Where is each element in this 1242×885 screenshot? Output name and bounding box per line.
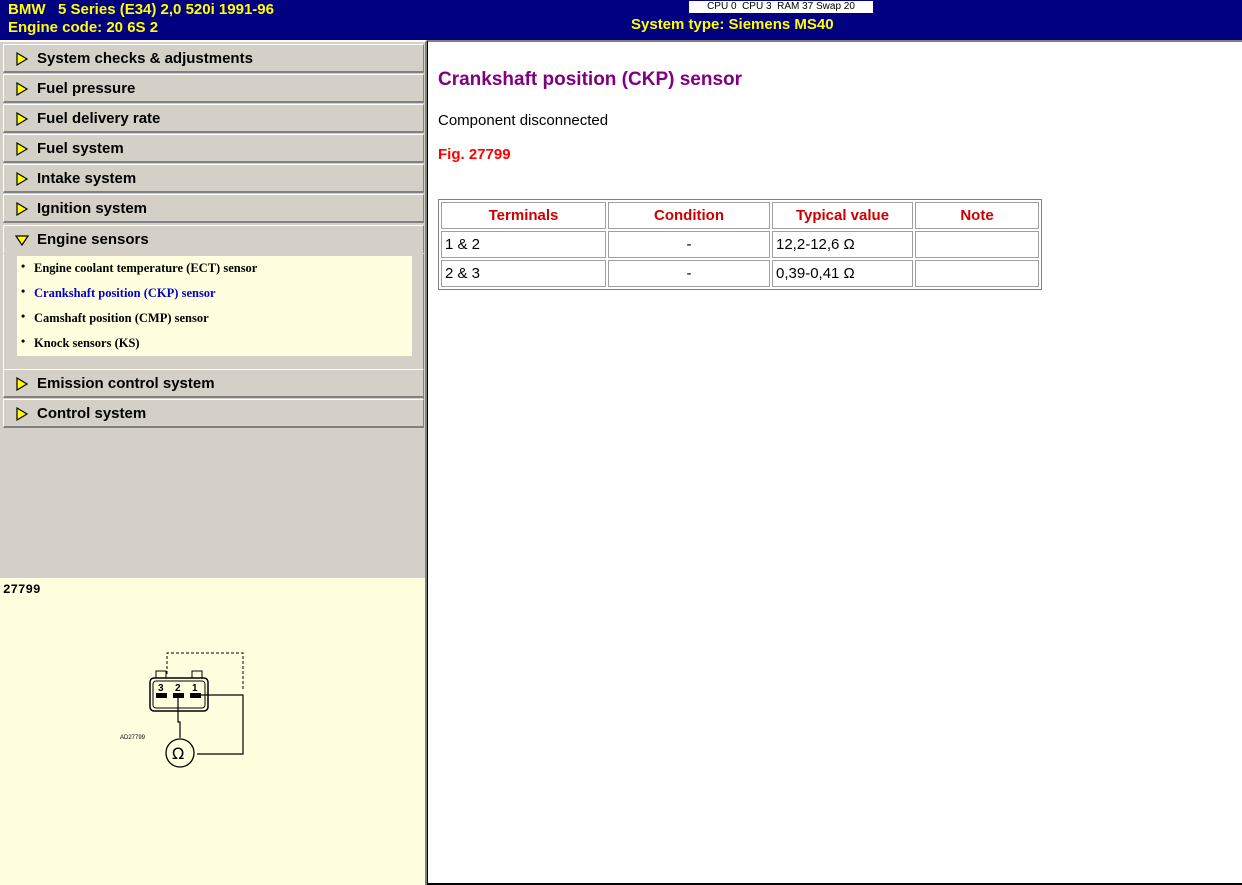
- nav-item-label: Fuel pressure: [37, 80, 136, 97]
- nav-item-engine-sensors[interactable]: Engine sensors: [3, 225, 424, 253]
- nav-item-label: Intake system: [37, 170, 137, 187]
- sub-item-label: Engine coolant temperature (ECT) sensor: [34, 261, 258, 275]
- nav-item-control-system[interactable]: Control system: [3, 399, 424, 428]
- header-terminals: Terminals: [441, 202, 606, 229]
- bullet: •: [21, 284, 26, 298]
- cell-condition: -: [608, 231, 770, 258]
- figure-number: 27799: [3, 583, 41, 597]
- arrow-down-icon: [15, 235, 29, 247]
- cell-typical-value: 12,2-12,6 Ω: [772, 231, 913, 258]
- cell-typical-value: 0,39-0,41 Ω: [772, 260, 913, 287]
- bullet: •: [21, 309, 26, 323]
- header-note: Note: [915, 202, 1039, 229]
- sub-item-label: Knock sensors (KS): [34, 336, 140, 350]
- component-status: Component disconnected: [438, 112, 609, 129]
- system-status-readout: CPU 0 CPU 3 RAM 37 Swap 20: [689, 1, 873, 13]
- engine-code: Engine code: 20 6S 2: [8, 19, 159, 36]
- submenu-list: • Engine coolant temperature (ECT) senso…: [17, 256, 412, 356]
- sub-item-label: Crankshaft position (CKP) sensor: [34, 286, 216, 300]
- nav-item-system-checks[interactable]: System checks & adjustments: [3, 44, 424, 73]
- ohm-symbol: Ω: [172, 744, 184, 763]
- bullet: •: [21, 334, 26, 348]
- nav-item-label: Control system: [37, 405, 147, 422]
- cell-note: [915, 260, 1039, 287]
- arrow-right-icon: [16, 112, 29, 126]
- arrow-right-icon: [16, 172, 29, 186]
- figure-panel: 27799 3 2 1 Ω AD27799: [0, 578, 427, 885]
- header-typical-value: Typical value: [772, 202, 913, 229]
- bullet: •: [21, 259, 26, 273]
- nav-item-ignition-system[interactable]: Ignition system: [3, 194, 424, 223]
- page-title: Crankshaft position (CKP) sensor: [438, 69, 743, 90]
- sub-item-ect-sensor[interactable]: • Engine coolant temperature (ECT) senso…: [17, 256, 412, 281]
- figure-link[interactable]: Fig. 27799: [438, 146, 511, 163]
- table-row: 2 & 3 - 0,39-0,41 Ω: [441, 260, 1039, 287]
- nav-item-fuel-system[interactable]: Fuel system: [3, 134, 424, 163]
- terminal-1-label: 1: [192, 683, 198, 694]
- arrow-right-icon: [16, 82, 29, 96]
- system-type: System type: Siemens MS40: [631, 16, 834, 33]
- nav-item-label: Ignition system: [37, 200, 148, 217]
- cell-condition: -: [608, 260, 770, 287]
- sub-item-ckp-sensor[interactable]: • Crankshaft position (CKP) sensor: [17, 281, 412, 306]
- table-header-row: Terminals Condition Typical value Note: [441, 202, 1039, 229]
- sub-item-label: Camshaft position (CMP) sensor: [34, 311, 209, 325]
- nav-item-label: Fuel delivery rate: [37, 110, 161, 127]
- title-bar: BMW 5 Series (E34) 2,0 520i 1991-96 Engi…: [0, 0, 1242, 40]
- nav-item-label: Engine sensors: [37, 231, 149, 248]
- sub-item-knock-sensors[interactable]: • Knock sensors (KS): [17, 331, 412, 356]
- nav-item-label: System checks & adjustments: [37, 50, 253, 67]
- sensor-wiring-diagram: 3 2 1 Ω AD27799: [120, 652, 244, 768]
- arrow-right-icon: [16, 377, 29, 391]
- sub-item-cmp-sensor[interactable]: • Camshaft position (CMP) sensor: [17, 306, 412, 331]
- navigation-panel: System checks & adjustments Fuel pressur…: [0, 40, 427, 578]
- nav-item-intake-system[interactable]: Intake system: [3, 164, 424, 193]
- vehicle-title: BMW 5 Series (E34) 2,0 520i 1991-96: [8, 1, 274, 18]
- terminal-3-label: 3: [158, 683, 164, 694]
- nav-item-fuel-pressure[interactable]: Fuel pressure: [3, 74, 424, 103]
- figure-code: AD27799: [120, 735, 146, 741]
- table-row: 1 & 2 - 12,2-12,6 Ω: [441, 231, 1039, 258]
- arrow-right-icon: [16, 52, 29, 66]
- nav-item-label: Fuel system: [37, 140, 124, 157]
- cell-terminals: 1 & 2: [441, 231, 606, 258]
- arrow-right-icon: [16, 407, 29, 421]
- content-panel: Crankshaft position (CKP) sensor Compone…: [427, 40, 1242, 885]
- nav-item-fuel-delivery-rate[interactable]: Fuel delivery rate: [3, 104, 424, 133]
- nav-item-emission-control[interactable]: Emission control system: [3, 369, 424, 398]
- arrow-right-icon: [16, 202, 29, 216]
- terminal-2-label: 2: [175, 683, 181, 694]
- cell-note: [915, 231, 1039, 258]
- arrow-right-icon: [16, 142, 29, 156]
- cell-terminals: 2 & 3: [441, 260, 606, 287]
- spec-table: Terminals Condition Typical value Note 1…: [438, 199, 1042, 290]
- header-condition: Condition: [608, 202, 770, 229]
- nav-item-label: Emission control system: [37, 375, 215, 392]
